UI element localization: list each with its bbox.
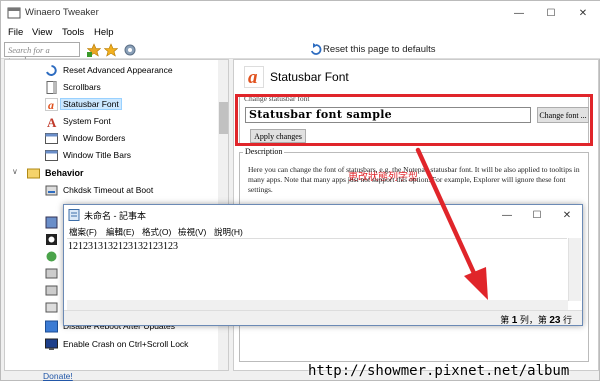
description-label: Description xyxy=(243,147,285,156)
notepad-status-bar: 第 1 列，第 23 行 xyxy=(64,310,582,326)
tweak-icon xyxy=(46,251,57,262)
tree-item-window-borders[interactable]: Window Borders xyxy=(5,130,220,147)
notepad-menu-help[interactable]: 說明(H) xyxy=(214,226,243,238)
search-input[interactable]: Search for a tweak... xyxy=(4,42,80,65)
tree-group-behavior[interactable]: ∨ Behavior xyxy=(5,165,220,182)
svg-text:a: a xyxy=(248,67,258,88)
toolbar: Search for a tweak... Reset this page to… xyxy=(1,41,600,65)
notepad-window: 未命名 - 記事本 — ☐ ✕ 檔案(F) 編輯(E) 格式(O) 檢視(V) … xyxy=(63,204,583,326)
update-icon xyxy=(45,320,58,333)
collapse-chevron-icon[interactable]: ∨ xyxy=(12,167,18,176)
reset-icon[interactable] xyxy=(310,43,322,56)
font-a-icon: A xyxy=(47,115,57,128)
notepad-menu-bar: 檔案(F) 編輯(E) 格式(O) 檢視(V) 說明(H) xyxy=(64,225,582,238)
notepad-horizontal-scrollbar[interactable] xyxy=(67,300,568,310)
notepad-close-button[interactable]: ✕ xyxy=(552,205,582,225)
notepad-title: 未命名 - 記事本 xyxy=(84,211,146,221)
reset-page-link[interactable]: Reset this page to defaults xyxy=(323,44,436,55)
maximize-button[interactable]: ☐ xyxy=(535,1,567,25)
notepad-menu-file[interactable]: 檔案(F) xyxy=(69,226,97,238)
tree-item-chkdsk-timeout[interactable]: Chkdsk Timeout at Boot xyxy=(5,182,220,199)
watermark-text: http://showmer.pixnet.net/album xyxy=(308,363,570,379)
scrollbar-thumb[interactable] xyxy=(219,102,228,134)
notepad-maximize-button[interactable]: ☐ xyxy=(522,205,552,225)
font-a-icon: a xyxy=(244,66,264,88)
description-text: Here you can change the font of statusba… xyxy=(248,165,580,194)
font-a-icon: a xyxy=(45,98,58,111)
scrollbar-icon xyxy=(46,81,57,94)
tree-item-statusbar-font[interactable]: a Statusbar Font xyxy=(5,96,220,113)
window-icon xyxy=(45,150,58,161)
favorites-star-icon[interactable] xyxy=(104,43,118,57)
window-title: Winaero Tweaker xyxy=(25,7,99,18)
close-button[interactable]: ✕ xyxy=(567,1,599,25)
svg-text:A: A xyxy=(47,115,57,128)
svg-text:a: a xyxy=(48,98,54,111)
menu-bar: File View Tools Help xyxy=(1,25,600,41)
tweak-icon xyxy=(45,268,58,279)
tree-item-system-font[interactable]: A System Font xyxy=(5,113,220,130)
notepad-vertical-scrollbar[interactable] xyxy=(568,238,581,301)
cursor-position: 第 1 列，第 23 行 xyxy=(500,315,572,326)
tree-item-reset-advanced-appearance[interactable]: Reset Advanced Appearance xyxy=(5,62,220,79)
minimize-button[interactable]: — xyxy=(503,1,535,25)
notepad-text-area[interactable]: 1212313132123132123123 xyxy=(67,238,567,300)
donate-link[interactable]: Donate! xyxy=(43,371,73,381)
behavior-icon xyxy=(27,168,40,179)
app-icon xyxy=(7,7,21,19)
menu-view[interactable]: View xyxy=(32,27,52,38)
monitor-icon xyxy=(45,338,58,350)
reset-icon xyxy=(46,65,57,76)
menu-file[interactable]: File xyxy=(8,27,23,38)
menu-tools[interactable]: Tools xyxy=(62,27,84,38)
annotation-highlight-box xyxy=(235,94,593,146)
notepad-menu-view[interactable]: 檢視(V) xyxy=(178,226,206,238)
notepad-icon xyxy=(68,209,80,221)
tree-item-enable-crash[interactable]: Enable Crash on Ctrl+Scroll Lock xyxy=(5,336,220,353)
tweak-icon xyxy=(45,302,58,313)
menu-help[interactable]: Help xyxy=(94,27,114,38)
disk-icon xyxy=(45,185,58,196)
page-title: Statusbar Font xyxy=(270,70,349,84)
title-bar: Winaero Tweaker — ☐ ✕ xyxy=(1,1,600,25)
favorites-add-icon[interactable] xyxy=(87,43,101,57)
tree-item-scrollbars[interactable]: Scrollbars xyxy=(5,79,220,96)
notepad-title-bar: 未命名 - 記事本 — ☐ ✕ xyxy=(64,205,582,225)
notepad-menu-format[interactable]: 格式(O) xyxy=(142,226,171,238)
tree-item-window-title-bars[interactable]: Window Title Bars xyxy=(5,147,220,164)
window-icon xyxy=(45,133,58,144)
notepad-minimize-button[interactable]: — xyxy=(492,205,522,225)
tweak-icon xyxy=(45,285,58,296)
tweak-icon xyxy=(46,234,57,245)
tweak-icon xyxy=(45,216,58,229)
notepad-menu-edit[interactable]: 編輯(E) xyxy=(106,226,134,238)
settings-gear-icon[interactable] xyxy=(123,43,137,57)
